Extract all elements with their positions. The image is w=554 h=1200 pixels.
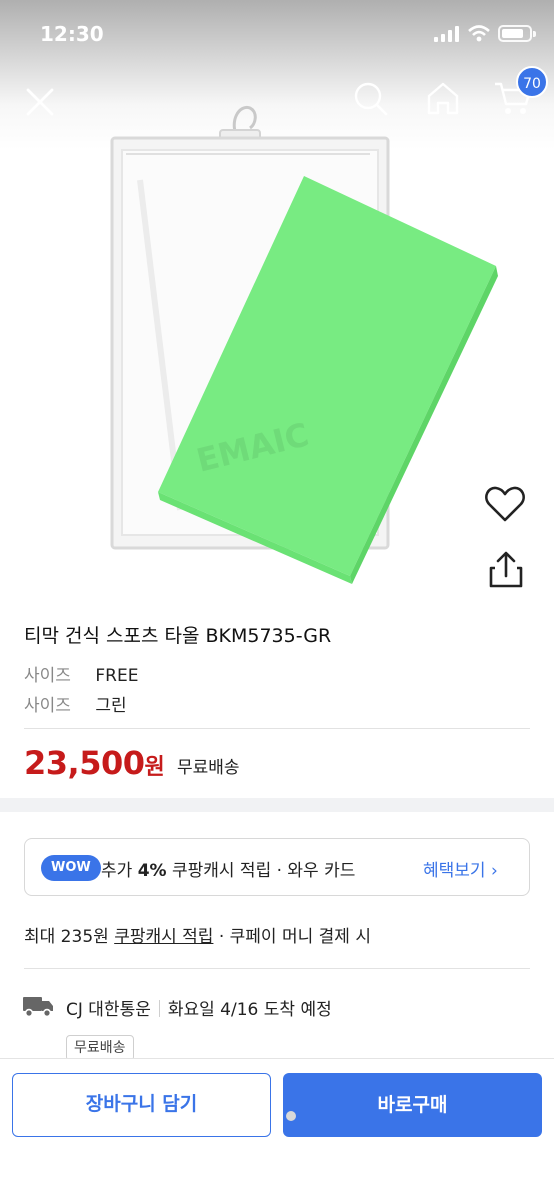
option-size: 사이즈 FREE: [24, 661, 138, 686]
bottom-action-bar: 장바구니 담기 바로구매: [0, 1058, 554, 1200]
cash-reward-info: 최대 235원 쿠팡캐시 적립 · 쿠페이 머니 결제 시: [24, 927, 371, 947]
heart-icon[interactable]: [484, 484, 526, 524]
page-indicator-dot: [286, 1111, 296, 1121]
option-value: 그린: [95, 696, 127, 716]
truck-icon: [23, 997, 53, 1018]
home-icon[interactable]: [423, 78, 463, 118]
price: 23,500원: [24, 744, 165, 782]
shipping-info: 무료배송: [177, 758, 240, 778]
carrier: CJ 대한통운: [66, 1000, 151, 1020]
option-label: 사이즈: [24, 696, 71, 716]
product-image-area[interactable]: EMAIC 12:30 70: [0, 0, 554, 600]
price-amount: 23,500: [24, 744, 145, 782]
wow-badge: WOW: [41, 855, 101, 881]
cash-reward-link[interactable]: 쿠팡캐시 적립: [114, 927, 213, 947]
wifi-icon: [468, 25, 490, 42]
buy-now-button[interactable]: 바로구매: [283, 1073, 542, 1137]
battery-icon: [498, 25, 536, 42]
price-unit: 원: [144, 755, 165, 780]
cart-count-badge: 70: [516, 66, 548, 98]
product-title: 티막 건식 스포츠 타올 BKM5735-GR: [24, 625, 332, 647]
product-image: EMAIC: [110, 105, 498, 584]
delivery-info: CJ 대한통운 화요일 4/16 도착 예정: [66, 995, 332, 1020]
option-value: FREE: [95, 666, 139, 686]
page-indicator-dot: [258, 1111, 268, 1121]
option-color: 사이즈 그린: [24, 691, 127, 716]
share-icon[interactable]: [486, 548, 526, 590]
status-time: 12:30: [40, 22, 104, 46]
status-bar: 12:30: [0, 0, 554, 70]
signal-icon: [434, 26, 459, 42]
arrival-date: 화요일 4/16 도착 예정: [167, 1000, 332, 1020]
wow-benefit-banner[interactable]: WOW 추가 4% 쿠팡캐시 적립 · 와우 카드 혜택보기 ›: [24, 838, 530, 896]
option-label: 사이즈: [24, 666, 71, 686]
search-icon[interactable]: [352, 80, 390, 118]
section-separator: [0, 798, 554, 812]
close-icon[interactable]: [22, 84, 58, 120]
wow-benefit-text: 추가 4% 쿠팡캐시 적립 · 와우 카드: [101, 861, 356, 881]
divider: [24, 968, 530, 969]
benefit-view-link[interactable]: 혜택보기 ›: [423, 856, 498, 881]
add-to-cart-button[interactable]: 장바구니 담기: [12, 1073, 271, 1137]
divider: [24, 728, 530, 729]
